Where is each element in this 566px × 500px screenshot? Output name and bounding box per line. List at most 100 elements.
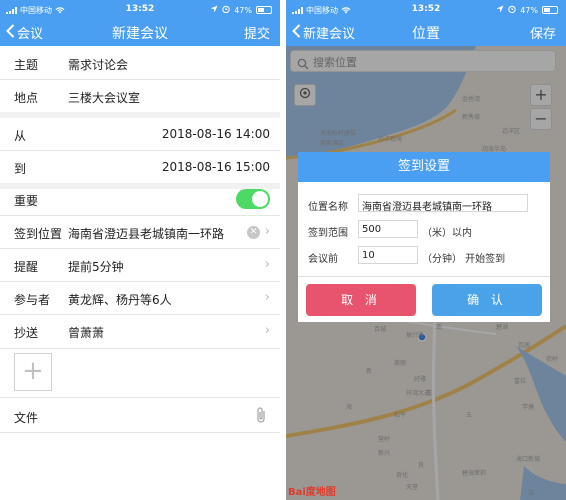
chevron-right-icon: › — [264, 224, 270, 239]
location-input[interactable]: 三楼大会议室 — [68, 89, 140, 106]
before-meeting-label: 会议前 — [308, 254, 338, 265]
map-label: 营村 — [378, 436, 391, 443]
submit-button[interactable]: 提交 — [244, 23, 270, 42]
clear-icon[interactable]: ✕ — [247, 226, 260, 239]
map-label: 新兴 — [378, 450, 391, 457]
map-label: 天堂 — [406, 484, 419, 491]
map-label: 学塘 — [522, 404, 535, 411]
end-time-value[interactable]: 2018-08-16 15:00 — [162, 160, 270, 174]
map-label: 迈洋区 — [502, 128, 521, 135]
map-label: 碧湖 — [496, 324, 509, 331]
map-label: 农村 — [546, 356, 559, 363]
chevron-right-icon: › — [264, 257, 270, 272]
dialog-divider — [298, 276, 550, 277]
cc-row[interactable]: 抄送 曾萧萧 › — [0, 315, 280, 348]
participants-value: 黄龙辉、杨丹等6人 — [68, 293, 172, 307]
reminder-label: 提醒 — [14, 260, 39, 274]
map-label: 新 — [366, 368, 373, 375]
map-label: 奇化 — [396, 472, 409, 479]
checkin-range-unit: （米）以内 — [422, 228, 472, 239]
new-meeting-screen: 中国移动 13:52 47% 会议 新建会议 提交 主题 需求讨论会 地点 三楼… — [0, 0, 280, 500]
status-bar: 中国移动 13:52 47% — [0, 0, 280, 20]
back-button[interactable]: 新建会议 — [292, 23, 355, 42]
map-label: 海南标杆建筑 — [320, 130, 357, 137]
location-name-input[interactable]: 海南省澄迈县老城镇南一环路 — [358, 194, 528, 213]
cc-value: 曾萧萧 — [68, 326, 105, 340]
paperclip-icon[interactable] — [254, 406, 268, 427]
map-label: 碧海茉莉 — [462, 470, 487, 477]
checkin-settings-dialog: 签到设置 位置名称 海南省澄迈县老城镇南一环路 签到范围 500 （米）以内 会… — [298, 152, 550, 322]
map-label: 海口新城 — [516, 456, 541, 463]
chevron-right-icon: › — [264, 323, 270, 338]
chevron-right-icon: › — [264, 290, 270, 305]
subject-input[interactable]: 需求讨论会 — [68, 56, 128, 73]
chevron-left-icon — [6, 23, 15, 42]
map-label: 金桥湾 — [462, 96, 481, 103]
end-time-label: 到 — [14, 162, 27, 176]
battery-icon — [256, 6, 272, 14]
map-label: 润海半岛 — [482, 146, 507, 153]
map-label: 和平 — [394, 412, 407, 419]
subject-label: 主题 — [14, 58, 39, 72]
confirm-button[interactable]: 确 认 — [432, 284, 542, 316]
header: 中国移动 13:52 47% — [0, 0, 280, 46]
battery-icon — [542, 6, 558, 14]
alarm-icon — [222, 5, 230, 15]
map-label: 富拉 — [514, 378, 527, 385]
map-label: 百城 — [374, 326, 387, 333]
map-label: 好雅 — [414, 376, 427, 383]
reminder-value: 提前5分钟 — [68, 260, 124, 274]
header: 中国移动 13:52 47% — [286, 0, 566, 46]
location-screen: 中国移动 13:52 47% 新建会议 位置 保存 搜索位置 + − 签到设置 … — [286, 0, 566, 500]
start-time-label: 从 — [14, 129, 27, 143]
back-label: 新建会议 — [303, 27, 356, 42]
files-row[interactable]: 文件 — [0, 400, 280, 433]
checkin-range-input[interactable]: 500 — [358, 220, 418, 238]
map-label: 汉 — [528, 490, 535, 497]
before-meeting-input[interactable]: 10 — [358, 246, 418, 264]
start-time-row[interactable]: 从 2018-08-16 14:00 — [0, 118, 280, 151]
map-label: 美丽 — [394, 360, 407, 367]
cc-label: 抄送 — [14, 326, 39, 340]
battery-percent: 47% — [234, 5, 252, 15]
subject-row[interactable]: 主题 需求讨论会 — [0, 47, 280, 80]
navigation-bar: 新建会议 位置 保存 — [286, 20, 566, 46]
battery-percent: 47% — [520, 5, 538, 15]
baidu-map-logo: Bai度地图 — [288, 487, 336, 498]
checkin-range-label: 签到范围 — [308, 228, 348, 239]
important-toggle[interactable] — [236, 189, 270, 209]
files-label: 文件 — [14, 411, 39, 425]
location-arrow-icon — [210, 5, 218, 15]
before-meeting-unit: （分钟） 开始签到 — [422, 254, 506, 265]
cancel-button[interactable]: 取 消 — [306, 284, 416, 316]
checkin-location-row[interactable]: 签到位置 海南省澄迈县老城镇南一环路 ✕ › — [0, 216, 280, 249]
location-label: 地点 — [14, 91, 39, 105]
map-label: 南 — [436, 324, 443, 331]
checkin-location-value[interactable]: 海南省澄迈县老城镇南一环路 — [68, 225, 224, 242]
map-label: 振兴路 — [406, 332, 425, 339]
navigation-bar: 会议 新建会议 提交 — [0, 20, 280, 46]
checkin-range-row: 签到范围 500 （米）以内 — [298, 218, 550, 242]
participants-label: 参与者 — [14, 293, 51, 307]
important-row: 重要 — [0, 183, 280, 216]
map-label: 环湾大道 — [406, 390, 431, 397]
before-meeting-row: 会议前 10 （分钟） 开始签到 — [298, 244, 550, 268]
participants-row[interactable]: 参与者 黄龙辉、杨丹等6人 › — [0, 282, 280, 315]
map-label: 度假酒店 — [320, 140, 345, 147]
start-time-value[interactable]: 2018-08-16 14:00 — [162, 127, 270, 141]
location-row[interactable]: 地点 三楼大会议室 — [0, 80, 280, 118]
important-label: 重要 — [14, 194, 39, 208]
map-label: 五 — [466, 412, 473, 419]
reminder-row[interactable]: 提醒 提前5分钟 › — [0, 249, 280, 282]
location-name-label: 位置名称 — [308, 202, 348, 213]
location-arrow-icon — [496, 5, 504, 15]
back-button[interactable]: 会议 — [6, 23, 43, 42]
map-label: 瓦居 — [518, 342, 531, 349]
add-attachment-button[interactable]: + — [14, 353, 52, 391]
save-button[interactable]: 保存 — [530, 23, 556, 42]
map-label: 迈洋观海 — [378, 136, 403, 143]
map-label: 新秀坡 — [462, 114, 481, 121]
checkin-location-label: 签到位置 — [14, 227, 63, 241]
alarm-icon — [508, 5, 516, 15]
status-bar: 中国移动 13:52 47% — [286, 0, 566, 20]
